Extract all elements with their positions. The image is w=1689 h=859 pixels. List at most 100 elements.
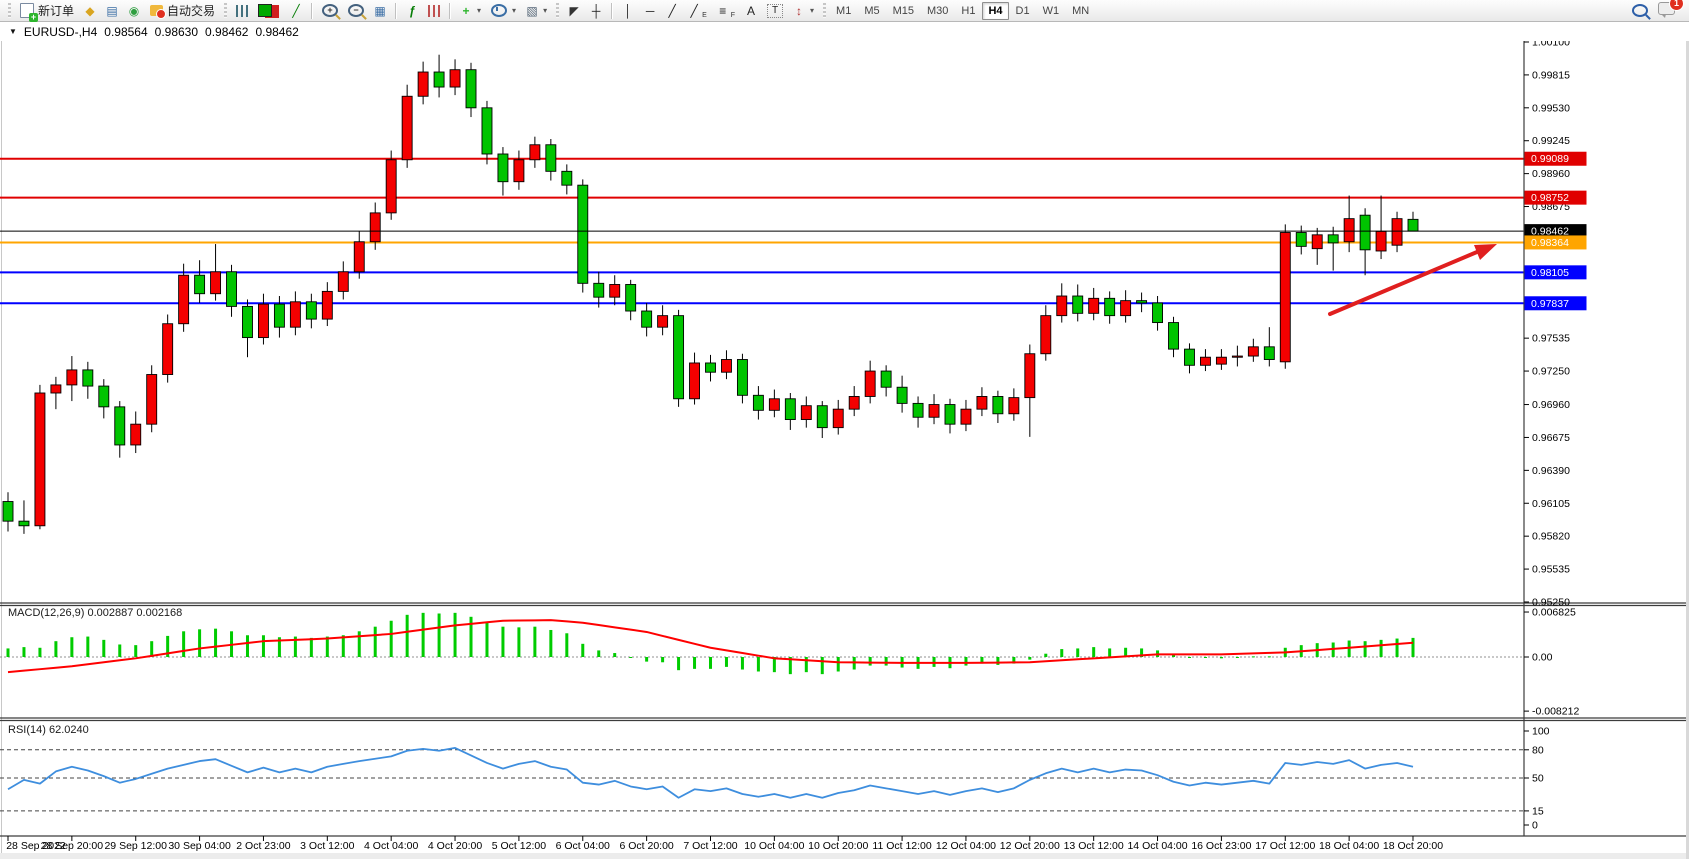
vertical-line-button[interactable]: │ bbox=[617, 0, 639, 21]
time-tick-label: 30 Sep 04:00 bbox=[168, 840, 231, 852]
dropdown-caret-icon[interactable]: ▾ bbox=[512, 6, 516, 15]
price-tick-label: 0.99530 bbox=[1532, 102, 1570, 114]
time-axis: 28 Sep 202228 Sep 20:0029 Sep 12:0030 Se… bbox=[6, 836, 1443, 852]
search-icon[interactable] bbox=[1632, 4, 1648, 17]
zoom-in-button[interactable]: + bbox=[317, 0, 343, 21]
bear-candle bbox=[1169, 323, 1179, 350]
ohlc-open: 0.98564 bbox=[104, 25, 147, 39]
macd-histogram-bar bbox=[741, 657, 744, 670]
toolbar-separator bbox=[395, 3, 397, 19]
bear-candle bbox=[306, 302, 316, 319]
bull-candle bbox=[1280, 233, 1290, 362]
time-tick-label: 13 Oct 12:00 bbox=[1064, 840, 1124, 852]
bear-candle bbox=[274, 304, 284, 327]
macd-histogram-bar bbox=[262, 635, 265, 657]
time-tick-label: 10 Oct 20:00 bbox=[808, 840, 868, 852]
text-button[interactable]: A bbox=[740, 0, 762, 21]
timeframe-m5[interactable]: M5 bbox=[858, 2, 885, 20]
bear-candle bbox=[1360, 215, 1370, 250]
bull-candle bbox=[450, 70, 460, 87]
periods-button[interactable] bbox=[423, 0, 445, 21]
bull-candle bbox=[1376, 231, 1386, 251]
dropdown-caret-icon[interactable]: ▾ bbox=[810, 6, 814, 15]
bull-candle bbox=[1025, 354, 1035, 398]
vertical-line-icon: │ bbox=[622, 3, 634, 19]
bar-chart-button[interactable] bbox=[231, 0, 253, 21]
time-tick-label: 16 Oct 23:00 bbox=[1191, 840, 1251, 852]
fibonacci-icon-modifier: F bbox=[731, 12, 735, 19]
signals-button[interactable]: ◉ bbox=[123, 0, 145, 21]
time-tick-label: 7 Oct 12:00 bbox=[683, 840, 737, 852]
timeframe-mn[interactable]: MN bbox=[1066, 2, 1095, 20]
tile-windows-button[interactable]: ▦ bbox=[369, 0, 391, 21]
timeframe-m15[interactable]: M15 bbox=[887, 2, 920, 20]
chart-menu-dropdown-icon[interactable]: ▼ bbox=[9, 27, 17, 36]
time-tick-label: 6 Oct 20:00 bbox=[619, 840, 673, 852]
bull-candle bbox=[51, 385, 61, 393]
timeframe-h4[interactable]: H4 bbox=[982, 2, 1008, 20]
zoom-out-button[interactable]: − bbox=[343, 0, 369, 21]
metaeditor-button[interactable]: ◆ bbox=[79, 0, 101, 21]
bull-candle bbox=[1041, 316, 1051, 354]
bear-candle bbox=[881, 371, 891, 387]
indicators-list-button[interactable]: ƒ bbox=[401, 0, 423, 21]
dropdown-caret-icon[interactable]: ▾ bbox=[477, 6, 481, 15]
rsi-line bbox=[8, 748, 1413, 798]
macd-histogram-bar bbox=[214, 629, 217, 657]
macd-axis-label: 0.00 bbox=[1532, 652, 1553, 664]
timeframe-m1[interactable]: M1 bbox=[830, 2, 857, 20]
line-chart-button[interactable]: ╱ bbox=[285, 0, 307, 21]
bear-candle bbox=[195, 275, 205, 293]
macd-histogram-bar bbox=[821, 657, 824, 674]
period-select-button[interactable]: ▾ bbox=[486, 0, 521, 21]
chart-title-bar: ▼ EURUSD-,H4 0.98564 0.98630 0.98462 0.9… bbox=[0, 22, 1689, 41]
horizontal-line-button[interactable]: ─ bbox=[639, 0, 661, 21]
cursor-button[interactable]: ◤ bbox=[563, 0, 585, 21]
toolbar-separator bbox=[449, 3, 451, 19]
macd-histogram-bar bbox=[485, 622, 488, 657]
bull-candle bbox=[211, 272, 221, 294]
fibonacci-button[interactable]: ≡F bbox=[712, 0, 740, 21]
toolbar-drag-handle bbox=[556, 3, 559, 18]
macd-histogram-bar bbox=[70, 637, 73, 657]
timeframe-w1[interactable]: W1 bbox=[1037, 2, 1066, 20]
time-tick-label: 17 Oct 12:00 bbox=[1255, 840, 1315, 852]
bear-candle bbox=[626, 284, 636, 311]
timeframe-d1[interactable]: D1 bbox=[1010, 2, 1036, 20]
bull-candle bbox=[1089, 298, 1099, 313]
bear-candle bbox=[674, 316, 684, 399]
crosshair-button[interactable]: ┼ bbox=[585, 0, 607, 21]
add-indicator-button[interactable]: +▾ bbox=[455, 0, 486, 21]
bear-candle bbox=[99, 386, 109, 407]
timeframe-h1[interactable]: H1 bbox=[955, 2, 981, 20]
market-watch-button[interactable]: ▤ bbox=[101, 0, 123, 21]
shapes-button[interactable]: ↕▾ bbox=[788, 0, 819, 21]
price-badge-label: 0.99089 bbox=[1531, 153, 1569, 165]
time-tick-label: 14 Oct 04:00 bbox=[1127, 840, 1187, 852]
autotrading-button[interactable]: 自动交易 bbox=[145, 0, 220, 21]
template-button[interactable]: ▧▾ bbox=[521, 0, 552, 21]
bear-candle bbox=[945, 405, 955, 425]
price-tick-label: 0.96960 bbox=[1532, 399, 1570, 411]
timeframe-m30[interactable]: M30 bbox=[921, 2, 954, 20]
new-order-button[interactable]: 新订单 bbox=[15, 0, 79, 21]
equidistant-channel-button[interactable]: ╱E bbox=[683, 0, 712, 21]
bear-candle bbox=[706, 363, 716, 372]
macd-histogram-bar bbox=[1108, 648, 1111, 657]
dropdown-caret-icon[interactable]: ▾ bbox=[543, 6, 547, 15]
text-label-button[interactable]: T bbox=[762, 0, 788, 21]
candlestick-chart-button[interactable] bbox=[253, 0, 285, 21]
time-tick-label: 18 Oct 04:00 bbox=[1319, 840, 1379, 852]
macd-histogram-bar bbox=[134, 645, 137, 657]
bull-candle bbox=[1057, 296, 1067, 316]
notifications-button[interactable]: 1 bbox=[1658, 2, 1675, 20]
bear-candle bbox=[817, 406, 827, 428]
trendline-button[interactable]: ╱ bbox=[661, 0, 683, 21]
metaeditor-icon: ◆ bbox=[84, 3, 96, 19]
chart-canvas[interactable]: 1.001000.998150.995300.992450.989600.986… bbox=[0, 0, 1689, 859]
macd-histogram-bar bbox=[198, 629, 201, 657]
macd-histogram-bar bbox=[102, 640, 105, 657]
macd-histogram-bar bbox=[597, 650, 600, 657]
price-tick-label: 0.96390 bbox=[1532, 465, 1570, 477]
text-label-icon: T bbox=[767, 4, 783, 18]
